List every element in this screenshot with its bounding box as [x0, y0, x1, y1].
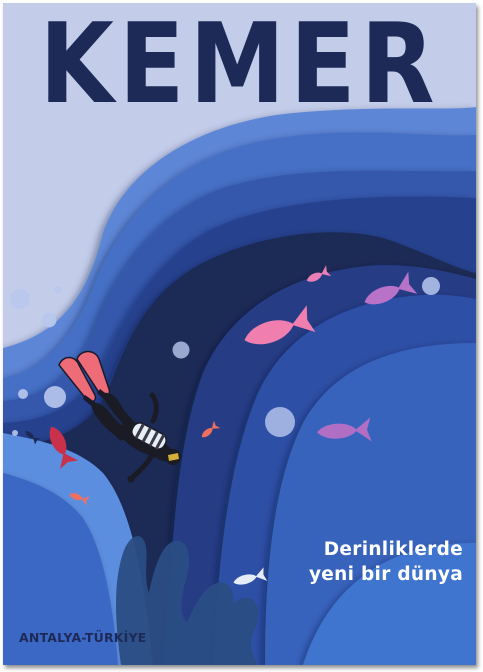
bubble-icon [54, 286, 62, 294]
bubble-icon [422, 277, 440, 295]
bubble-icon [12, 430, 18, 436]
bubble-icon [41, 312, 57, 328]
tagline-line-1: Derinliklerde [323, 539, 463, 560]
bubble-icon [172, 341, 190, 359]
tagline-line-2: yeni bir dünya [308, 564, 463, 585]
bubble-icon [265, 407, 295, 437]
poster: KEMER Derinliklerde yeni bir dünya ANTAL… [3, 3, 476, 665]
bubble-icon [18, 389, 28, 399]
poster-title: KEMER [39, 3, 440, 129]
tagline: Derinliklerde yeni bir dünya [309, 537, 463, 587]
location-label: ANTALYA-TÜRKİYE [19, 630, 147, 645]
bubble-icon [44, 386, 66, 408]
bubble-icon [10, 289, 30, 309]
